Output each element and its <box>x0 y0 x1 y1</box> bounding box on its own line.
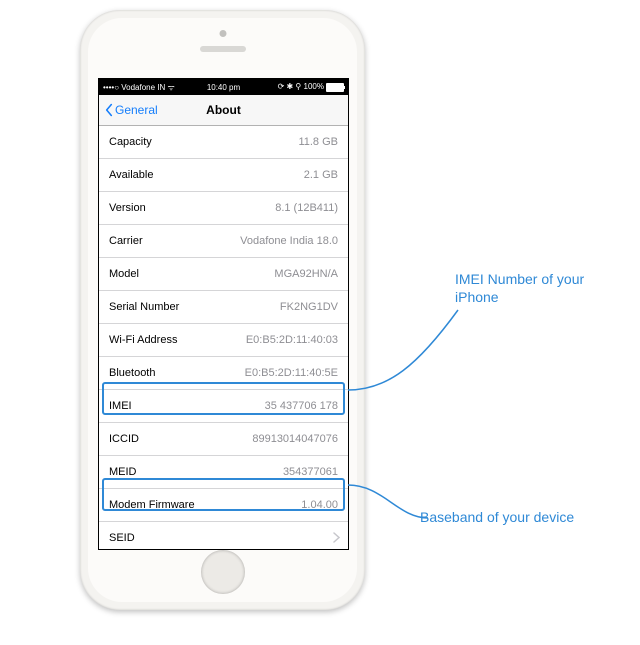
row-label: Model <box>109 268 139 280</box>
row-value: 2.1 GB <box>304 169 338 181</box>
status-bar: ••••○ Vodafone IN ᯤ 10:40 pm ⟳ ✱ ⚲ 100% <box>99 79 348 95</box>
row-value: 354377061 <box>283 466 338 478</box>
row-label: SEID <box>109 532 135 544</box>
about-row-capacity: Capacity 11.8 GB <box>99 126 348 159</box>
row-label: Capacity <box>109 136 152 148</box>
row-value: 11.8 GB <box>298 136 338 148</box>
connector-imei <box>348 305 478 405</box>
phone-frame: ••••○ Vodafone IN ᯤ 10:40 pm ⟳ ✱ ⚲ 100% … <box>80 10 365 610</box>
about-row-bluetooth: Bluetooth E0:B5:2D:11:40:5E <box>99 357 348 390</box>
row-label: Bluetooth <box>109 367 155 379</box>
about-row-imei: IMEI 35 437706 178 <box>99 390 348 423</box>
about-row-modem-firmware: Modem Firmware 1.04.00 <box>99 489 348 522</box>
row-value: 89913014047076 <box>252 433 338 445</box>
row-value: 8.1 (12B411) <box>275 202 338 214</box>
home-button[interactable] <box>201 550 245 594</box>
row-value: 1.04.00 <box>301 499 338 511</box>
about-row-seid[interactable]: SEID <box>99 522 348 550</box>
page-title: About <box>99 103 348 117</box>
row-value: E0:B5:2D:11:40:03 <box>246 334 338 346</box>
about-row-carrier: Carrier Vodafone India 18.0 <box>99 225 348 258</box>
front-camera <box>219 30 226 37</box>
row-label: ICCID <box>109 433 139 445</box>
nav-bar: General About <box>99 95 348 126</box>
battery-icon <box>326 83 344 92</box>
status-right: ⟳ ✱ ⚲ 100% <box>278 82 344 91</box>
row-label: Wi-Fi Address <box>109 334 177 346</box>
annotation-baseband: Baseband of your device <box>420 508 574 526</box>
earpiece <box>200 46 246 52</box>
about-row-wi-fi-address: Wi-Fi Address E0:B5:2D:11:40:03 <box>99 324 348 357</box>
row-label: MEID <box>109 466 137 478</box>
chevron-right-icon <box>333 532 340 543</box>
row-value: FK2NG1DV <box>280 301 338 313</box>
row-value: E0:B5:2D:11:40:5E <box>245 367 338 379</box>
about-row-serial-number: Serial Number FK2NG1DV <box>99 291 348 324</box>
row-value: Vodafone India 18.0 <box>240 235 338 247</box>
about-row-meid: MEID 354377061 <box>99 456 348 489</box>
row-value: MGA92HN/A <box>274 268 338 280</box>
annotation-imei: IMEI Number of your iPhone <box>455 270 595 306</box>
row-value: 35 437706 178 <box>265 400 338 412</box>
row-label: Modem Firmware <box>109 499 195 511</box>
about-row-iccid: ICCID 89913014047076 <box>99 423 348 456</box>
about-list[interactable]: Capacity 11.8 GB Available 2.1 GB Version 8.1… <box>99 126 348 550</box>
status-carrier: ••••○ Vodafone IN ᯤ <box>103 82 175 93</box>
row-label: Serial Number <box>109 301 179 313</box>
row-label: Version <box>109 202 146 214</box>
screen: ••••○ Vodafone IN ᯤ 10:40 pm ⟳ ✱ ⚲ 100% … <box>98 78 349 550</box>
about-row-model: Model MGA92HN/A <box>99 258 348 291</box>
row-label: Carrier <box>109 235 143 247</box>
about-row-version: Version 8.1 (12B411) <box>99 192 348 225</box>
about-row-available: Available 2.1 GB <box>99 159 348 192</box>
row-label: Available <box>109 169 153 181</box>
row-label: IMEI <box>109 400 132 412</box>
